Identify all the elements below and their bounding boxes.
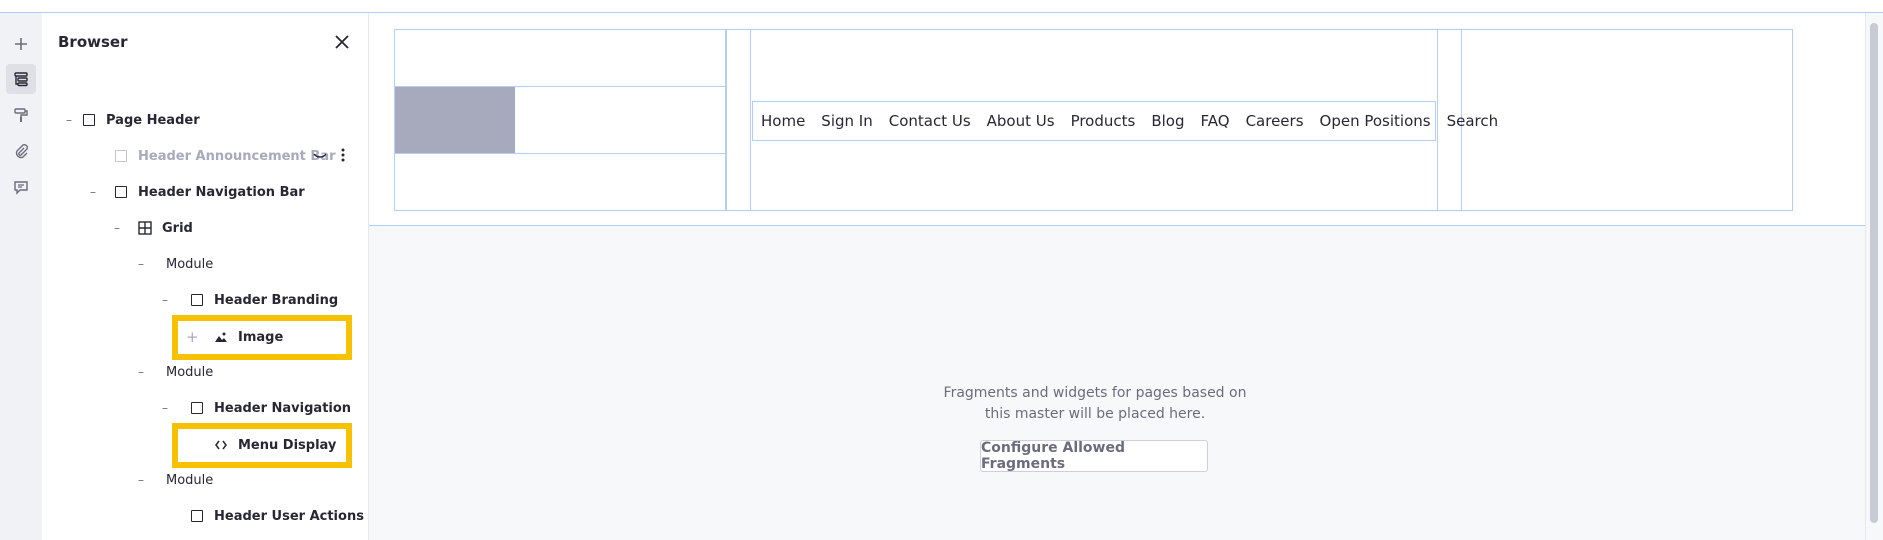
nav-item-open-positions[interactable]: Open Positions [1320, 112, 1431, 130]
tree-item-image[interactable]: + Image [186, 326, 283, 348]
tree-item-page-header[interactable]: – Page Header [66, 109, 200, 131]
top-bar [0, 0, 1883, 13]
nav-item-careers[interactable]: Careers [1246, 112, 1304, 130]
square-icon [114, 185, 128, 199]
tree-item-label: Header Branding [214, 292, 339, 308]
tree-item-label: Header User Actions [214, 508, 364, 524]
left-toolbar [0, 13, 42, 540]
scrollbar-thumb[interactable] [1870, 23, 1878, 523]
vertical-scrollbar[interactable] [1865, 13, 1883, 540]
comment-icon[interactable] [6, 172, 36, 202]
grid-gutter [726, 29, 751, 211]
dropzone-message-line1: Fragments and widgets for pages based on [943, 385, 1247, 401]
nav-item-about-us[interactable]: About Us [987, 112, 1055, 130]
collapse-icon[interactable]: – [138, 365, 166, 379]
collapse-icon[interactable]: – [114, 221, 138, 235]
browser-icon[interactable] [6, 64, 36, 94]
tree-item-label: Page Header [106, 112, 200, 128]
tree-item-header-navigation-bar[interactable]: – Header Navigation Bar [90, 181, 305, 203]
nav-item-faq[interactable]: FAQ [1201, 112, 1230, 130]
dropzone-message-line2: this master will be placed here. [984, 406, 1206, 422]
tree-item-label: Header Navigation [214, 400, 352, 416]
tree-item-header-navigation[interactable]: – Header Navigation [162, 397, 351, 419]
tree-item-header-announcement-bar[interactable]: Header Announcement Bar [90, 145, 360, 167]
tree-item-label: Module [166, 472, 214, 488]
tree-item-header-branding[interactable]: – Header Branding [162, 289, 338, 311]
tree-item-module[interactable]: – Module [138, 253, 213, 275]
tree-item-label: Module [166, 364, 214, 380]
expand-icon[interactable]: + [186, 328, 214, 346]
collapse-icon[interactable]: – [138, 257, 166, 271]
tree-item-module[interactable]: – Module [138, 361, 213, 383]
code-icon [214, 438, 228, 452]
tree-item-label: Menu Display [238, 437, 337, 453]
configure-allowed-fragments-button[interactable]: Configure Allowed Fragments [980, 440, 1208, 472]
collapse-icon[interactable]: – [162, 293, 190, 307]
paperclip-icon[interactable] [6, 136, 36, 166]
collapse-icon[interactable]: – [66, 113, 82, 127]
module-frame-user-actions[interactable] [1461, 29, 1793, 211]
tree-item-grid[interactable]: – Grid [114, 217, 193, 239]
hidden-eye-icon[interactable] [313, 150, 327, 160]
grid-icon [138, 221, 152, 235]
nav-item-search[interactable]: Search [1447, 112, 1499, 130]
tree-item-label: Image [238, 329, 284, 345]
tree-item-label: Module [166, 256, 214, 272]
tree-item-label: Grid [162, 220, 193, 236]
square-icon [190, 293, 204, 307]
paint-roller-icon[interactable] [6, 100, 36, 130]
square-icon [190, 401, 204, 415]
tree-item-module[interactable]: – Module [138, 469, 213, 491]
nav-item-contact-us[interactable]: Contact Us [889, 112, 971, 130]
image-placeholder[interactable] [395, 87, 515, 153]
close-icon[interactable] [332, 32, 352, 52]
tree-item-label: Header Announcement Bar [138, 148, 336, 164]
add-icon[interactable] [6, 29, 36, 59]
tree-item-menu-display[interactable]: Menu Display [214, 434, 336, 456]
square-icon [190, 509, 204, 523]
square-icon [82, 113, 96, 127]
panel-title: Browser [58, 33, 128, 51]
nav-item-blog[interactable]: Blog [1151, 112, 1184, 130]
browser-panel: Browser – Page Header Header Announcemen… [42, 13, 369, 540]
collapse-icon[interactable]: – [90, 185, 114, 199]
image-icon [214, 330, 228, 344]
nav-item-sign-in[interactable]: Sign In [821, 112, 872, 130]
menu-display-nav: Home Sign In Contact Us About Us Product… [752, 101, 1498, 141]
tree-item-label: Header Navigation Bar [138, 184, 305, 200]
collapse-icon[interactable]: – [138, 473, 166, 487]
nav-item-home[interactable]: Home [761, 112, 805, 130]
square-icon [114, 149, 128, 163]
nav-item-products[interactable]: Products [1071, 112, 1136, 130]
dropzone-message: Fragments and widgets for pages based on… [930, 383, 1260, 425]
collapse-icon[interactable]: – [162, 401, 190, 415]
options-kebab-icon[interactable] [341, 148, 347, 164]
tree-item-header-user-actions[interactable]: Header User Actions [190, 505, 364, 527]
